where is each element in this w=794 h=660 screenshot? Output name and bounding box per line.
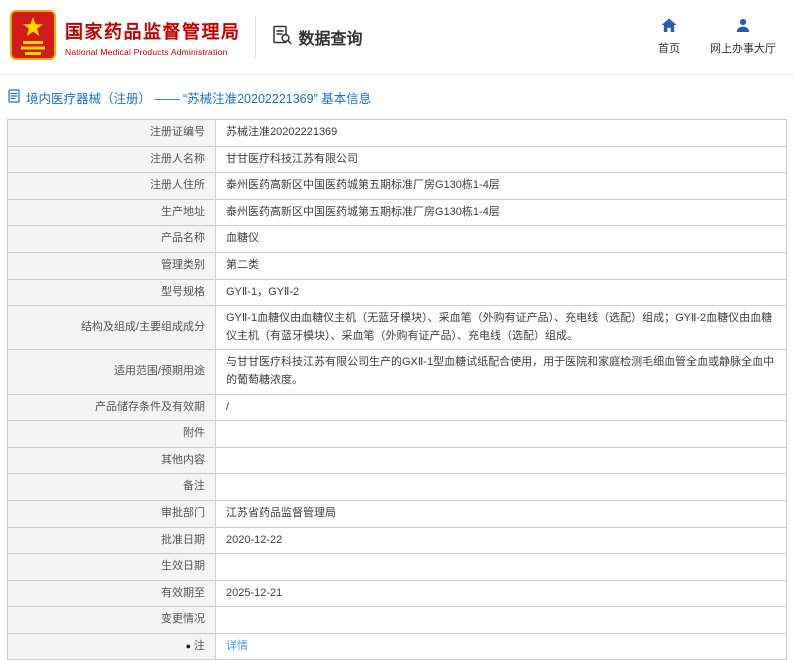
- table-row: 有效期至 2025-12-21: [7, 579, 787, 608]
- row-value: [215, 553, 787, 581]
- table-row: 适用范围/预期用途 与甘甘医疗科技江苏有限公司生产的GXⅡ-1型血糖试纸配合使用…: [7, 349, 787, 395]
- row-value: [215, 473, 787, 501]
- row-label: 生产地址: [7, 198, 216, 227]
- row-label: 注册人住所: [7, 172, 216, 200]
- row-value: /: [215, 393, 787, 422]
- agency-name-cn: 国家药品监督管理局: [65, 21, 241, 42]
- row-value: 2020-12-22: [215, 526, 787, 555]
- row-value: [215, 606, 787, 634]
- agency-name-en: National Medical Products Administration: [65, 46, 228, 57]
- row-label-text: 注: [194, 639, 205, 652]
- row-label: ● 注: [7, 632, 216, 660]
- row-label: 备注: [7, 473, 216, 501]
- row-label: 注册证编号: [7, 119, 216, 147]
- row-label: 变更情况: [7, 606, 216, 634]
- row-value: 泰州医药高新区中国医药城第五期标准厂房G130栋1-4层: [215, 172, 787, 200]
- data-query-title: 数据查询: [272, 25, 363, 50]
- row-label: 产品名称: [7, 225, 216, 253]
- row-value: 甘甘医疗科技江苏有限公司: [215, 145, 787, 174]
- national-emblem-icon: [10, 9, 56, 65]
- row-label: 管理类别: [7, 251, 216, 280]
- row-value: 泰州医药高新区中国医药城第五期标准厂房G130栋1-4层: [215, 198, 787, 227]
- nav-service-hall-label: 网上办事大厅: [710, 43, 776, 55]
- table-row: 附件: [7, 420, 787, 448]
- details-link[interactable]: 详情: [226, 640, 248, 652]
- row-value: GYⅡ-1血糖仪由血糖仪主机（无蓝牙模块）、采血笔（外购有证产品）、充电线（选配…: [215, 305, 787, 351]
- row-value: 第二类: [215, 251, 787, 280]
- row-label: 产品储存条件及有效期: [7, 393, 216, 422]
- nav-home-label: 首页: [658, 43, 680, 55]
- table-row: 变更情况: [7, 606, 787, 634]
- nav-service-hall[interactable]: 网上办事大厅: [710, 18, 776, 56]
- row-value: GYⅡ-1，GYⅡ-2: [215, 278, 787, 307]
- row-label: 有效期至: [7, 579, 216, 608]
- table-row: 产品储存条件及有效期 /: [7, 393, 787, 422]
- table-row: 注册证编号 苏械注准20202221369: [7, 119, 787, 147]
- row-value: 与甘甘医疗科技江苏有限公司生产的GXⅡ-1型血糖试纸配合使用，用于医院和家庭检测…: [215, 349, 787, 395]
- row-label: 附件: [7, 420, 216, 448]
- note-bullet-icon: ●: [185, 640, 191, 651]
- row-value: 2025-12-21: [215, 579, 787, 608]
- row-value: 苏械注准20202221369: [215, 119, 787, 147]
- person-icon: [735, 18, 751, 36]
- document-icon: [8, 89, 20, 106]
- row-label: 型号规格: [7, 278, 216, 307]
- row-label: 适用范围/预期用途: [7, 349, 216, 395]
- brand-text: 国家药品监督管理局 National Medical Products Admi…: [65, 18, 241, 57]
- table-row: 其他内容: [7, 446, 787, 475]
- row-label: 其他内容: [7, 446, 216, 475]
- row-value: 详情: [215, 632, 787, 660]
- row-label: 结构及组成/主要组成成分: [7, 305, 216, 351]
- row-value: [215, 446, 787, 475]
- row-label: 批准日期: [7, 526, 216, 555]
- data-query-icon: [272, 25, 292, 50]
- registration-info-table: 注册证编号 苏械注准20202221369 注册人名称 甘甘医疗科技江苏有限公司…: [7, 119, 787, 660]
- table-row: 审批部门 江苏省药品监督管理局: [7, 499, 787, 528]
- table-row: 注册人住所 泰州医药高新区中国医药城第五期标准厂房G130栋1-4层: [7, 172, 787, 200]
- data-query-label: 数据查询: [298, 31, 363, 48]
- table-row: 型号规格 GYⅡ-1，GYⅡ-2: [7, 278, 787, 307]
- brand: 国家药品监督管理局 National Medical Products Admi…: [10, 9, 241, 65]
- table-row: 注册人名称 甘甘医疗科技江苏有限公司: [7, 145, 787, 174]
- table-row: 批准日期 2020-12-22: [7, 526, 787, 555]
- table-row: 生产地址 泰州医药高新区中国医药城第五期标准厂房G130栋1-4层: [7, 198, 787, 227]
- table-row: 管理类别 第二类: [7, 251, 787, 280]
- row-value: 江苏省药品监督管理局: [215, 499, 787, 528]
- table-row: 结构及组成/主要组成成分 GYⅡ-1血糖仪由血糖仪主机（无蓝牙模块）、采血笔（外…: [7, 305, 787, 351]
- top-nav: 首页 网上办事大厅: [658, 18, 776, 56]
- site-header: 国家药品监督管理局 National Medical Products Admi…: [0, 0, 794, 74]
- home-icon: [661, 18, 677, 36]
- table-row: 生效日期: [7, 553, 787, 581]
- row-value: [215, 420, 787, 448]
- table-row: ● 注 详情: [7, 632, 787, 660]
- row-label: 生效日期: [7, 553, 216, 581]
- nav-home[interactable]: 首页: [658, 18, 680, 56]
- header-divider: [254, 16, 256, 58]
- row-label: 注册人名称: [7, 145, 216, 174]
- breadcrumb-text: 境内医疗器械（注册） —— “苏械注准20202221369” 基本信息: [26, 92, 372, 106]
- table-row: 备注: [7, 473, 787, 501]
- row-label: 审批部门: [7, 499, 216, 528]
- table-row: 产品名称 血糖仪: [7, 225, 787, 253]
- breadcrumb: 境内医疗器械（注册） —— “苏械注准20202221369” 基本信息: [0, 75, 794, 119]
- row-value: 血糖仪: [215, 225, 787, 253]
